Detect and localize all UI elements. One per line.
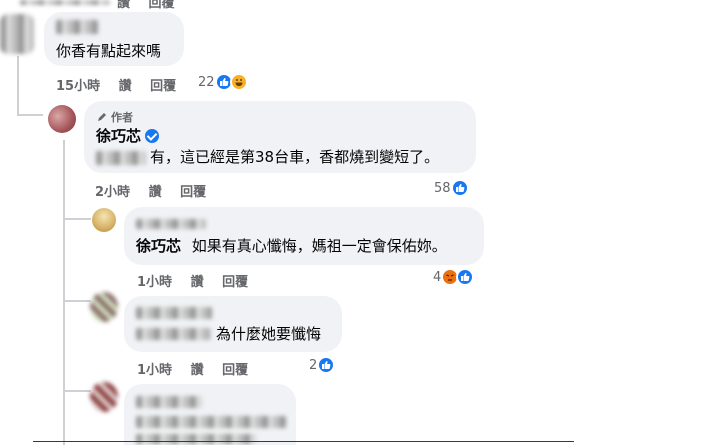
thread-line [63,140,65,445]
like-icon [456,268,475,286]
comment-actions: 1小時 讚 回覆 [137,359,262,378]
reaction-count: 22 [198,74,215,90]
reply-button[interactable]: 回覆 [149,0,175,11]
avatar[interactable] [90,292,118,322]
author-badge: 作者 [96,109,133,125]
blurred-text [136,416,286,428]
reaction-count: 2 [309,357,318,373]
verified-icon [145,129,160,143]
comment-text: 如果有真心懺悔，媽祖一定會保佑妳。 [191,237,447,255]
reply-button[interactable]: 回覆 [180,185,206,200]
like-button[interactable]: 讚 [149,185,162,200]
thread-connector [63,390,91,392]
haha-icon [229,73,248,91]
avatar[interactable] [90,382,118,412]
reaction-summary[interactable]: 2 [309,356,336,374]
reply-button[interactable]: 回覆 [222,363,248,378]
mention-link[interactable]: 徐巧芯 [136,237,181,255]
comment-time[interactable]: 15小時 [56,79,100,94]
like-icon [317,356,336,374]
reply-button[interactable]: 回覆 [150,79,176,94]
blurred-mention [96,151,146,165]
blurred-text [20,0,110,5]
pencil-icon [98,113,106,121]
avatar[interactable] [0,14,34,54]
comment-actions-partial: 讚 回覆 [117,0,189,11]
comment-time[interactable]: 1小時 [137,275,172,290]
like-icon [450,179,469,197]
reaction-summary[interactable]: 22 [198,73,248,91]
blurred-text [136,396,202,408]
like-button[interactable]: 讚 [191,363,204,378]
blurred-author-name[interactable] [136,219,206,229]
reply-button[interactable]: 回覆 [222,275,248,290]
comment-text: 為什麼她要懺悔 [216,325,322,343]
author-name[interactable]: 徐巧芯 [96,126,160,146]
blurred-author-name[interactable] [136,307,212,319]
like-button[interactable]: 讚 [191,275,204,290]
reaction-count: 58 [434,180,451,196]
reaction-summary[interactable]: 58 [434,179,469,197]
avatar[interactable] [92,208,116,232]
comment-time[interactable]: 2小時 [95,185,130,200]
comment-actions: 1小時 讚 回覆 [137,271,262,290]
comment-text: 你香有點起來嗎 [56,42,162,60]
divider [33,441,574,442]
thread-connector [63,300,91,302]
thread-connector [63,218,91,220]
comment-text: 有，這已經是第38台車，香都燒到變短了。 [150,148,440,166]
blurred-author-name[interactable] [56,20,98,34]
blurred-text [136,434,256,444]
comment-text-line: 徐巧芯 如果有真心懺悔，媽祖一定會保佑妳。 [136,236,447,256]
thread-connector [17,114,43,116]
reaction-summary[interactable]: 4 [433,268,475,286]
author-avatar[interactable] [48,105,76,133]
comment-time[interactable]: 1小時 [137,363,172,378]
blurred-mention [136,328,210,340]
comment-actions: 15小時 讚 回覆 [56,75,190,94]
like-button[interactable]: 讚 [117,0,130,11]
comment-actions: 2小時 讚 回覆 [95,181,220,200]
reaction-count: 4 [433,269,442,285]
like-button[interactable]: 讚 [119,79,132,94]
thread-line [17,56,19,116]
